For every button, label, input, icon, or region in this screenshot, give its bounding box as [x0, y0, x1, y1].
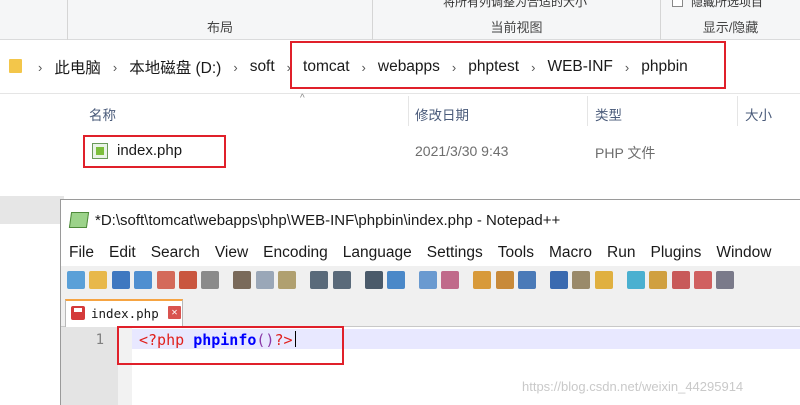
tab-label: index.php	[91, 306, 159, 321]
menu-macro[interactable]: Macro	[541, 244, 599, 262]
find-icon[interactable]	[364, 270, 383, 289]
monitor-icon[interactable]	[671, 270, 690, 289]
nav-pane-selected-item[interactable]	[0, 196, 64, 224]
breadcrumb-soft[interactable]: soft	[244, 58, 281, 76]
toolbar	[61, 266, 800, 293]
folder-icon	[9, 59, 22, 73]
highlight-box-path	[290, 41, 726, 89]
function-list-icon[interactable]	[626, 270, 645, 289]
ribbon-group-layout-label: 布局	[206, 20, 233, 35]
menu-tools[interactable]: Tools	[490, 244, 541, 262]
doc-map-icon[interactable]	[594, 270, 613, 289]
file-list-header: ^ 名称 修改日期 类型 大小	[65, 93, 800, 126]
menu-run[interactable]: Run	[599, 244, 642, 262]
redo-icon[interactable]	[332, 270, 351, 289]
cut-icon[interactable]	[233, 270, 252, 289]
window-title: *D:\soft\tomcat\webapps\php\WEB-INF\phpb…	[95, 212, 561, 229]
folder-workspace-icon[interactable]	[649, 270, 668, 289]
zoom-out-icon[interactable]	[441, 270, 460, 289]
breadcrumb-this-pc[interactable]: 此电脑	[48, 56, 107, 78]
line-number: 1	[95, 332, 104, 348]
column-type[interactable]: 类型	[595, 104, 622, 124]
chevron-right-icon[interactable]: ›	[32, 60, 48, 75]
menu-view[interactable]: View	[207, 244, 255, 262]
notepad-app-icon	[68, 212, 90, 228]
new-icon[interactable]	[67, 270, 85, 289]
undo-icon[interactable]	[310, 270, 329, 289]
ribbon-group-current-view: 将所有列调整为合适的大小 当前视图	[373, 0, 661, 40]
wrap-icon[interactable]	[518, 270, 537, 289]
column-divider[interactable]	[408, 96, 409, 126]
menu-bar: File Edit Search View Encoding Language …	[61, 240, 800, 266]
chevron-right-icon[interactable]: ›	[227, 60, 243, 75]
explorer-ribbon: 布局 将所有列调整为合适的大小 当前视图 隐藏所选项目 显示/隐藏	[0, 0, 800, 40]
highlight-box-file	[83, 135, 226, 168]
unsaved-file-icon	[71, 306, 85, 320]
sync-h-icon[interactable]	[495, 270, 514, 289]
column-size[interactable]: 大小	[745, 104, 772, 124]
ribbon-group-show-hide-label: 显示/隐藏	[702, 20, 759, 35]
hide-selected-label: 隐藏所选项目	[691, 0, 764, 9]
document-tab-bar: index.php ✕	[61, 293, 800, 327]
window-title-bar[interactable]: *D:\soft\tomcat\webapps\php\WEB-INF\phpb…	[61, 200, 800, 240]
chevron-right-icon[interactable]: ›	[107, 60, 123, 75]
menu-encoding[interactable]: Encoding	[255, 244, 335, 262]
notepad-plus-plus-window: *D:\soft\tomcat\webapps\php\WEB-INF\phpb…	[60, 199, 800, 405]
file-date: 2021/3/30 9:43	[415, 143, 509, 159]
menu-plugins[interactable]: Plugins	[642, 244, 708, 262]
column-date[interactable]: 修改日期	[415, 104, 469, 124]
menu-file[interactable]: File	[61, 244, 101, 262]
record-macro-icon[interactable]	[694, 270, 713, 289]
menu-language[interactable]: Language	[335, 244, 419, 262]
ribbon-group-show-hide: 隐藏所选项目 显示/隐藏	[661, 0, 800, 40]
breadcrumb-local-disk[interactable]: 本地磁盘 (D:)	[123, 56, 227, 78]
highlight-box-code	[117, 326, 344, 365]
save-all-icon[interactable]	[134, 270, 153, 289]
ribbon-group-current-view-label: 当前视图	[490, 20, 543, 35]
menu-search[interactable]: Search	[143, 244, 207, 262]
paste-icon[interactable]	[278, 270, 297, 289]
sync-v-icon[interactable]	[473, 270, 492, 289]
show-all-chars-icon[interactable]	[550, 270, 569, 289]
hide-selected-checkbox[interactable]	[672, 0, 683, 7]
close-tab-icon[interactable]: ✕	[168, 306, 181, 319]
watermark: https://blog.csdn.net/weixin_44295914	[522, 379, 744, 394]
column-divider[interactable]	[737, 96, 738, 126]
replace-icon[interactable]	[386, 270, 405, 289]
ribbon-group-pane	[0, 0, 68, 40]
close-icon[interactable]	[156, 270, 175, 289]
menu-edit[interactable]: Edit	[101, 244, 143, 262]
column-divider[interactable]	[587, 96, 588, 126]
menu-settings[interactable]: Settings	[419, 244, 490, 262]
column-name[interactable]: 名称	[89, 104, 116, 124]
menu-window[interactable]: Window	[708, 244, 778, 262]
copy-icon[interactable]	[255, 270, 274, 289]
open-icon[interactable]	[89, 270, 108, 289]
sort-up-icon: ^	[300, 93, 305, 104]
ribbon-group-layout: 布局	[68, 0, 373, 40]
view-icon[interactable]	[716, 270, 735, 289]
line-number-gutter: 1	[61, 327, 118, 405]
save-icon[interactable]	[111, 270, 130, 289]
indent-guide-icon[interactable]	[572, 270, 591, 289]
zoom-in-icon[interactable]	[418, 270, 437, 289]
print-icon[interactable]	[201, 270, 220, 289]
autosize-columns-button[interactable]: 将所有列调整为合适的大小	[443, 0, 587, 10]
close-all-icon[interactable]	[178, 270, 197, 289]
tab-index-php[interactable]: index.php ✕	[65, 299, 183, 327]
file-type: PHP 文件	[595, 145, 656, 161]
